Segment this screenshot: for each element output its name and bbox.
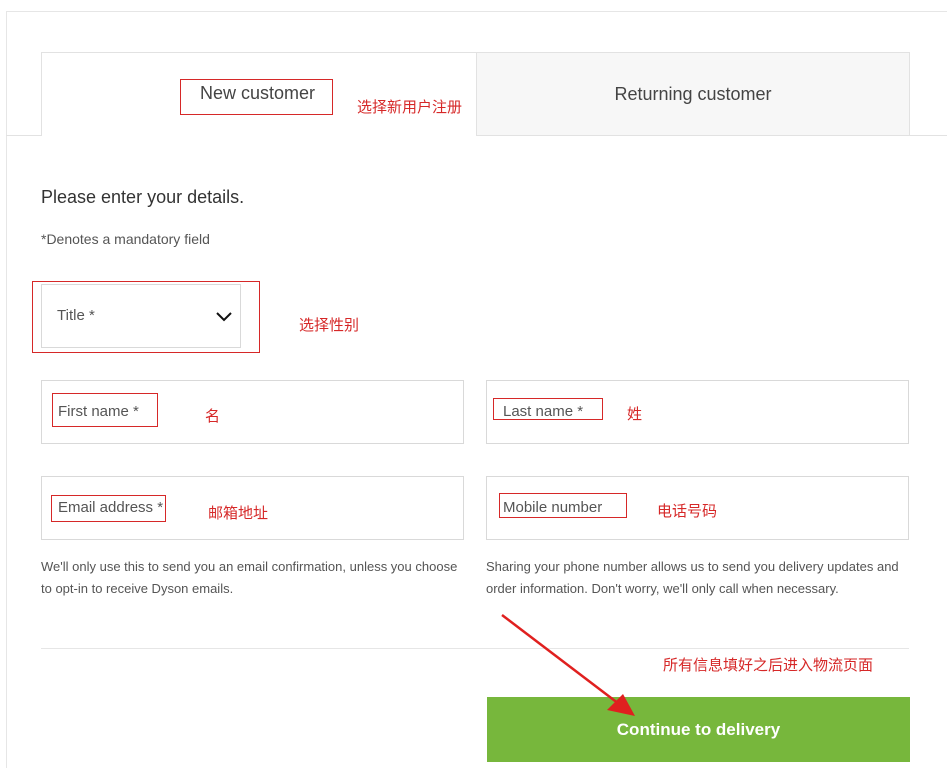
top-border <box>6 11 947 12</box>
tab-returning-customer-label: Returning customer <box>614 83 772 104</box>
first-name-label: First name * <box>58 403 139 420</box>
annotation-mobile: 电话号码 <box>657 502 718 520</box>
form-heading: Please enter your details. <box>41 187 245 207</box>
first-name-field[interactable]: First name * <box>41 380 464 444</box>
last-name-label: Last name * <box>503 403 584 420</box>
tab-new-customer-label: New customer <box>200 83 316 103</box>
mobile-label: Mobile number <box>503 499 603 516</box>
chevron-down-icon <box>216 312 232 322</box>
tab-returning-customer[interactable]: Returning customer <box>477 52 910 136</box>
annotation-email: 邮箱地址 <box>208 504 269 522</box>
tab-divider-left <box>6 135 42 136</box>
email-help-text: We'll only use this to send you an email… <box>41 559 458 596</box>
left-border <box>6 11 7 768</box>
tab-divider-right <box>477 135 947 136</box>
title-select[interactable]: Title * <box>41 284 241 348</box>
annotation-continue: 所有信息填好之后进入物流页面 <box>663 656 874 674</box>
title-select-label: Title * <box>57 307 95 324</box>
annotation-new-customer: 选择新用户注册 <box>357 98 463 116</box>
annotation-last-name: 姓 <box>627 405 643 423</box>
last-name-field[interactable]: Last name * <box>486 380 909 444</box>
tab-new-customer[interactable]: New customer <box>41 52 477 136</box>
annotation-title: 选择性别 <box>299 316 360 334</box>
mandatory-note: *Denotes a mandatory field <box>41 231 210 247</box>
email-label: Email address * <box>58 499 164 516</box>
annotation-first-name: 名 <box>205 407 221 425</box>
annotation-arrow-icon <box>501 614 635 716</box>
form-divider <box>41 648 909 649</box>
mobile-help-text: Sharing your phone number allows us to s… <box>486 559 899 596</box>
